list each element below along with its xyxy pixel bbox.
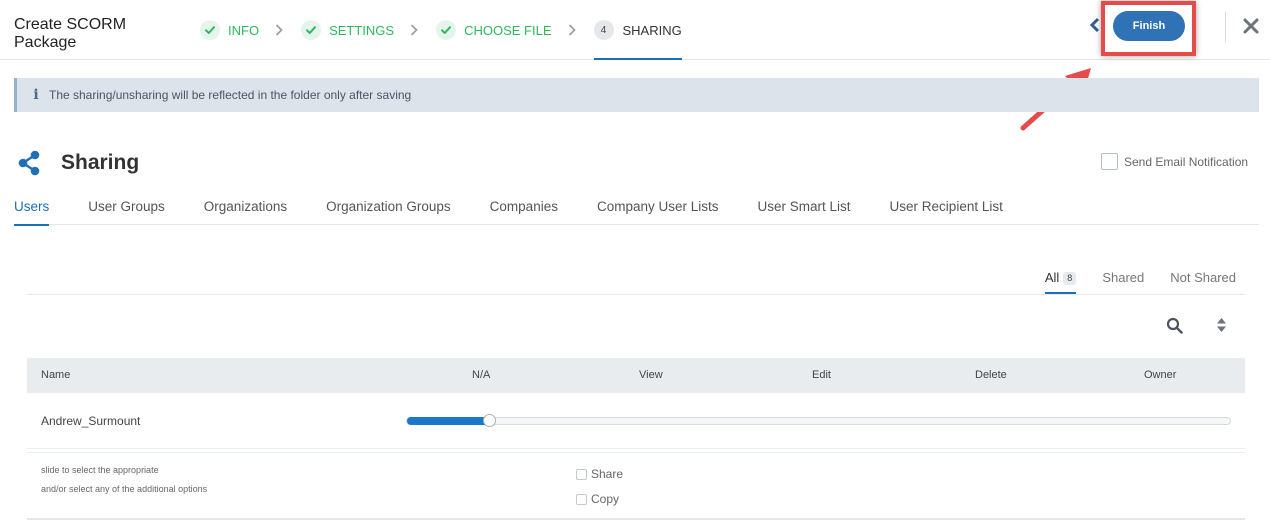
divider bbox=[27, 294, 1245, 295]
option-copy-label: Copy bbox=[591, 492, 620, 506]
share-filter: All 8 Shared Not Shared bbox=[1019, 264, 1236, 294]
email-notification-checkbox[interactable] bbox=[1101, 153, 1118, 170]
option-copy[interactable]: Copy bbox=[576, 492, 619, 506]
table-header: Name N/A View Edit Delete Owner bbox=[27, 358, 1245, 393]
column-header-owner: Owner bbox=[1144, 369, 1177, 381]
copy-checkbox[interactable] bbox=[576, 493, 587, 505]
options-hint: and/or select any of the additional opti… bbox=[41, 484, 208, 494]
check-icon bbox=[436, 20, 457, 40]
sharing-tabs: Users User Groups Organizations Organiza… bbox=[14, 188, 1259, 226]
step-info[interactable]: INFO bbox=[200, 0, 259, 60]
step-number: 4 bbox=[593, 20, 614, 40]
info-icon: i bbox=[33, 87, 39, 103]
wizard-steps: INFO SETTINGS CHOOSE FILE 4 SHARING bbox=[200, 0, 682, 60]
divider bbox=[1225, 12, 1226, 42]
step-choose-file[interactable]: CHOOSE FILE bbox=[436, 0, 552, 60]
column-header-delete: Delete bbox=[975, 369, 1007, 381]
tab-user-recipient-list[interactable]: User Recipient List bbox=[890, 188, 1003, 225]
tab-user-smart-list[interactable]: User Smart List bbox=[758, 188, 851, 225]
info-banner: i The sharing/unsharing will be reflecte… bbox=[14, 78, 1259, 112]
filter-shared[interactable]: Shared bbox=[1102, 264, 1144, 294]
header-bar: Create SCORM Package INFO SETTINGS CHOOS… bbox=[0, 0, 1270, 60]
tab-companies[interactable]: Companies bbox=[490, 188, 558, 225]
step-sharing[interactable]: 4 SHARING bbox=[593, 0, 682, 60]
chevron-right-icon bbox=[568, 24, 578, 36]
close-icon[interactable] bbox=[1242, 17, 1260, 35]
filter-all[interactable]: All 8 bbox=[1044, 264, 1077, 294]
option-share[interactable]: Share bbox=[576, 467, 623, 481]
filter-all-label: All bbox=[1044, 270, 1060, 285]
chevron-left-icon[interactable] bbox=[1088, 17, 1102, 33]
tab-company-user-lists[interactable]: Company User Lists bbox=[597, 188, 719, 225]
chevron-right-icon bbox=[275, 24, 285, 36]
column-header-view: View bbox=[639, 369, 663, 381]
step-label: SHARING bbox=[622, 22, 682, 38]
table-row: Andrew_Surmount bbox=[27, 393, 1245, 449]
column-header-edit: Edit bbox=[812, 369, 831, 381]
count-badge: 8 bbox=[1063, 272, 1077, 285]
share-checkbox[interactable] bbox=[576, 468, 587, 480]
search-icon[interactable] bbox=[1166, 317, 1183, 334]
step-label: SETTINGS bbox=[329, 22, 395, 38]
user-name: Andrew_Surmount bbox=[41, 414, 141, 428]
slider-fill bbox=[407, 417, 489, 425]
email-notification-label: Send Email Notification bbox=[1124, 154, 1249, 169]
check-icon bbox=[200, 20, 220, 40]
share-icon bbox=[18, 150, 40, 176]
info-text: The sharing/unsharing will be reflected … bbox=[49, 88, 412, 102]
slider-hint: slide to select the appropriate bbox=[41, 465, 159, 475]
send-email-notification[interactable]: Send Email Notification bbox=[1101, 153, 1248, 170]
annotation-highlight-box bbox=[1101, 1, 1196, 56]
filter-not-shared[interactable]: Not Shared bbox=[1170, 264, 1236, 294]
slider-handle[interactable] bbox=[483, 414, 496, 427]
permission-options: slide to select the appropriate and/or s… bbox=[27, 452, 1245, 520]
step-label: INFO bbox=[228, 22, 260, 38]
column-header-name: Name bbox=[41, 369, 71, 381]
tab-user-groups[interactable]: User Groups bbox=[88, 188, 165, 225]
option-share-label: Share bbox=[591, 467, 624, 481]
page-title: Create SCORM Package bbox=[14, 16, 127, 51]
step-label: CHOOSE FILE bbox=[464, 22, 552, 38]
tab-users[interactable]: Users bbox=[14, 188, 50, 226]
permission-slider[interactable] bbox=[406, 414, 1231, 427]
step-settings[interactable]: SETTINGS bbox=[301, 0, 394, 60]
column-header-na: N/A bbox=[472, 369, 491, 381]
check-icon bbox=[301, 20, 322, 40]
sort-icon[interactable] bbox=[1216, 317, 1227, 333]
tab-organizations[interactable]: Organizations bbox=[204, 188, 287, 225]
tab-organization-groups[interactable]: Organization Groups bbox=[326, 188, 451, 225]
chevron-right-icon bbox=[410, 24, 420, 36]
section-title: Sharing bbox=[61, 151, 140, 174]
